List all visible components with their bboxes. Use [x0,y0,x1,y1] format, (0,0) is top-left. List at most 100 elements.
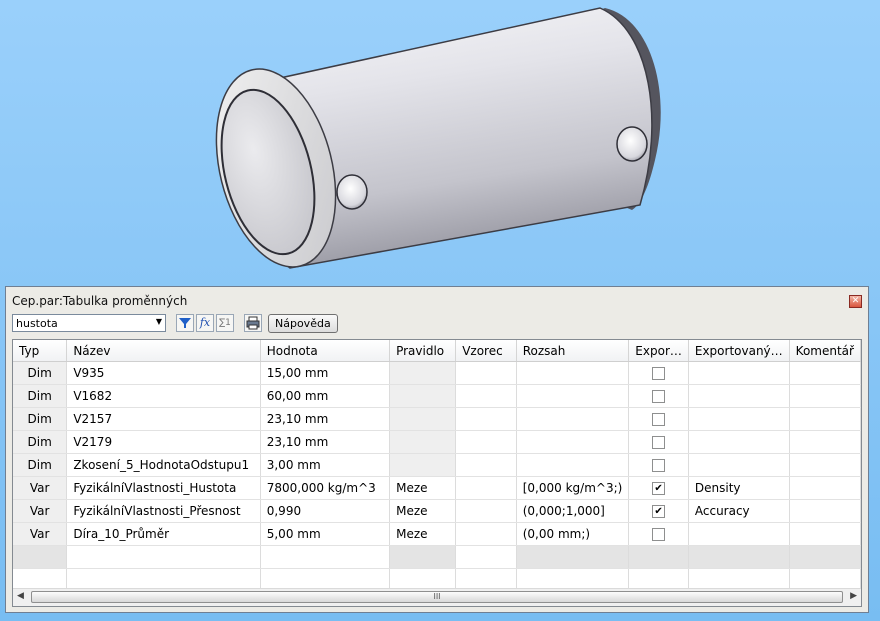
printer-icon[interactable] [244,314,262,332]
cell-hodnota[interactable]: 0,990 [260,499,391,523]
cell-empty[interactable] [389,545,457,569]
cell-empty[interactable] [688,545,790,569]
table-row[interactable]: Dim V1682 60,00 mm [13,384,861,408]
column-header-nazev[interactable]: Název [66,340,261,362]
cell-empty[interactable] [260,545,391,569]
cell-komentar[interactable] [789,430,861,454]
cell-rozsah[interactable] [516,430,630,454]
cell-export[interactable] [628,384,689,408]
cell-nazev[interactable]: Zkosení_5_HodnotaOdstupu1 [66,453,261,477]
cell-rozsah[interactable]: [0,000 kg/m^3;) [516,476,630,500]
checkbox-unchecked[interactable] [652,367,666,380]
model-viewport[interactable] [0,0,880,285]
checkbox-unchecked[interactable] [652,436,666,449]
cell-export[interactable]: ✔ [628,499,689,523]
cell-komentar[interactable] [789,522,861,546]
cell-pravidlo[interactable]: Meze [389,522,457,546]
cell-exportovany[interactable]: Density [688,476,790,500]
cell-exportovany[interactable] [688,453,790,477]
column-header-hodnota[interactable]: Hodnota [260,340,391,362]
cell-typ[interactable]: Var [13,499,68,523]
checkbox-unchecked[interactable] [652,413,666,426]
cell-export[interactable]: ✔ [628,476,689,500]
checkbox-checked[interactable]: ✔ [652,505,666,518]
scrollbar-thumb[interactable]: III [31,591,843,603]
scroll-left-icon[interactable]: ◀ [17,591,24,601]
cell-vzorec[interactable] [455,407,517,431]
cell-hodnota[interactable]: 3,00 mm [260,453,391,477]
cell-export[interactable] [628,522,689,546]
cell-hodnota[interactable]: 60,00 mm [260,384,391,408]
horizontal-scrollbar[interactable]: ◀ III ▶ [13,588,861,606]
cell-vzorec[interactable] [455,361,517,385]
sum-icon[interactable]: ∑1 [216,314,234,332]
checkbox-unchecked[interactable] [652,459,666,472]
cell-typ[interactable]: Var [13,476,68,500]
cell-typ[interactable]: Var [13,522,68,546]
cell-hodnota[interactable]: 15,00 mm [260,361,391,385]
cell-komentar[interactable] [789,361,861,385]
cell-pravidlo[interactable]: Meze [389,499,457,523]
cell-pravidlo[interactable] [389,430,457,454]
column-header-komentar[interactable]: Komentář [789,340,861,362]
cell-hodnota[interactable]: 23,10 mm [260,407,391,431]
cell-nazev[interactable]: V1682 [66,384,261,408]
cell-exportovany[interactable] [688,384,790,408]
cell-typ[interactable]: Dim [13,430,68,454]
cell-hodnota[interactable]: 5,00 mm [260,522,391,546]
cell-komentar[interactable] [789,384,861,408]
fx-icon[interactable]: fx [196,314,214,332]
column-header-exportovany[interactable]: Exportovaný… [688,340,790,362]
table-row[interactable]: Dim V2157 23,10 mm [13,407,861,431]
cell-nazev[interactable]: FyzikálníVlastnosti_Hustota [66,476,261,500]
cell-vzorec[interactable] [455,384,517,408]
cell-rozsah[interactable] [516,361,630,385]
cell-komentar[interactable] [789,499,861,523]
cell-pravidlo[interactable] [389,361,457,385]
cell-exportovany[interactable] [688,361,790,385]
cell-nazev[interactable]: Díra_10_Průměr [66,522,261,546]
cell-typ[interactable]: Dim [13,384,68,408]
cell-komentar[interactable] [789,453,861,477]
cell-pravidlo[interactable] [389,384,457,408]
chevron-down-icon[interactable]: ▼ [156,317,162,326]
cell-rozsah[interactable]: (0,000;1,000] [516,499,630,523]
filter-dropdown[interactable]: hustota ▼ [12,314,166,332]
column-header-export[interactable]: Expor… [628,340,689,362]
scroll-right-icon[interactable]: ▶ [850,591,857,601]
filter-icon[interactable] [176,314,194,332]
cell-export[interactable] [628,361,689,385]
cell-export[interactable] [628,407,689,431]
cell-komentar[interactable] [789,407,861,431]
cell-rozsah[interactable]: (0,00 mm;) [516,522,630,546]
column-header-typ[interactable]: Typ [13,340,68,362]
cell-hodnota[interactable]: 7800,000 kg/m^3 [260,476,391,500]
table-row[interactable]: Var Díra_10_Průměr 5,00 mm Meze (0,00 mm;) [13,522,861,546]
cell-hodnota[interactable]: 23,10 mm [260,430,391,454]
cell-nazev[interactable]: V935 [66,361,261,385]
cell-exportovany[interactable] [688,407,790,431]
cell-empty[interactable] [13,545,68,569]
cell-nazev[interactable]: FyzikálníVlastnosti_Přesnost [66,499,261,523]
cell-pravidlo[interactable]: Meze [389,476,457,500]
checkbox-unchecked[interactable] [652,390,666,403]
table-row[interactable]: Var FyzikálníVlastnosti_Hustota 7800,000 k… [13,476,861,500]
cell-exportovany[interactable] [688,522,790,546]
close-icon[interactable]: ✕ [849,295,862,308]
help-button[interactable]: Nápověda [268,314,338,333]
cell-vzorec[interactable] [455,499,517,523]
cell-empty[interactable] [789,545,861,569]
table-row[interactable]: Dim V935 15,00 mm [13,361,861,385]
checkbox-checked[interactable]: ✔ [652,482,666,495]
cell-empty[interactable] [455,545,517,569]
cell-empty[interactable] [66,545,261,569]
cell-rozsah[interactable] [516,453,630,477]
cell-export[interactable] [628,430,689,454]
cell-empty[interactable] [628,545,689,569]
cell-rozsah[interactable] [516,407,630,431]
cell-nazev[interactable]: V2157 [66,407,261,431]
cell-exportovany[interactable]: Accuracy [688,499,790,523]
column-header-vzorec[interactable]: Vzorec [455,340,517,362]
cell-komentar[interactable] [789,476,861,500]
cell-nazev[interactable]: V2179 [66,430,261,454]
